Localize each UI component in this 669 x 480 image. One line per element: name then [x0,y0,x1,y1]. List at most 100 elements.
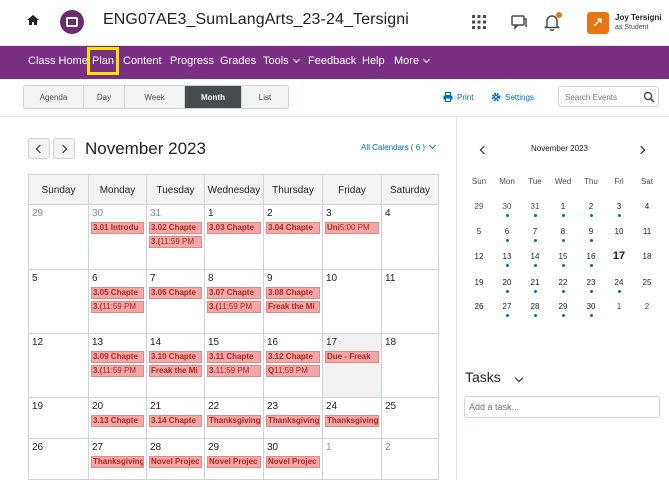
mini-day[interactable]: 2 [577,202,605,211]
mini-day[interactable]: 2 [633,302,661,311]
calendar-event[interactable]: Freak the Mi [266,301,320,313]
search-input[interactable] [565,90,640,104]
mini-day[interactable]: 27 [493,302,521,311]
next-month-button[interactable] [53,138,75,159]
nav-progress[interactable]: Progress [170,55,214,67]
day-cell[interactable]: 28 Novel Projec [147,439,205,479]
mini-next-month-icon[interactable] [636,145,646,155]
home-icon[interactable] [26,13,40,27]
calendar-event[interactable]: Uni5:00 PM [325,222,379,234]
calendar-event[interactable]: 3.02 Chapte [149,222,202,234]
calendar-event[interactable]: 3.(11:59 PM [91,301,144,313]
day-cell[interactable]: 31 3.02 Chapte 3.(11:59 PM [147,205,205,270]
calendar-event[interactable]: 3.10 Chapte [149,351,202,363]
mini-day[interactable]: 7 [521,227,549,236]
mini-day[interactable]: 12 [465,252,493,261]
calendar-event[interactable]: Due - Freak [325,351,379,363]
calendar-event[interactable]: Thanksgiving [325,415,379,427]
mini-day[interactable]: 8 [549,227,577,236]
mini-day[interactable]: 15 [549,252,577,261]
previous-month-button[interactable] [28,138,50,159]
nav-feedback[interactable]: Feedback [308,55,356,67]
nav-tools[interactable]: Tools [263,55,300,67]
message-icon[interactable] [510,13,528,31]
tab-month[interactable]: Month [185,86,242,108]
day-cell[interactable]: 19 [29,398,89,439]
apps-grid-icon[interactable] [470,13,488,31]
day-cell[interactable]: 9 3.08 Chapte Freak the Mi [264,270,323,334]
calendar-event[interactable]: Thanksgiving [91,456,144,468]
calendar-event[interactable]: Thanksgiving [266,415,320,427]
calendar-event[interactable]: 3.(11:59 PM [207,301,261,313]
day-cell[interactable]: 1 3.03 Chapte [205,205,264,270]
calendar-event[interactable]: 3.03 Chapte [207,222,261,234]
tab-agenda[interactable]: Agenda [24,86,84,108]
day-cell[interactable]: 17 Due - Freak [323,334,382,398]
mini-day[interactable]: 20 [493,278,521,287]
day-cell[interactable]: 20 3.13 Chapte [89,398,147,439]
mini-day[interactable]: 1 [549,202,577,211]
calendar-event[interactable]: 3.13 Chapte [91,415,144,427]
mini-day[interactable]: 23 [577,278,605,287]
calendar-event[interactable]: Novel Projec [149,456,202,468]
calendar-event[interactable]: 3.05 Chapte [91,287,144,299]
calendar-event[interactable]: 3.04 Chapte [266,222,320,234]
mini-day[interactable]: 19 [465,278,493,287]
calendar-event[interactable]: Thanksgiving [207,415,261,427]
day-cell[interactable]: 15 3.11 Chapte 3.11:59 PM [205,334,264,398]
calendar-event[interactable]: Freak the Mi [149,365,202,377]
day-cell[interactable]: 23 Thanksgiving [264,398,323,439]
calendar-event[interactable]: 3.(11:59 PM [149,236,202,248]
calendar-event[interactable]: 3.11 Chapte [207,351,261,363]
mini-day[interactable]: 6 [493,227,521,236]
day-cell[interactable]: 12 [29,334,89,398]
nav-content[interactable]: Content [123,55,162,67]
mini-day[interactable]: 11 [633,227,661,236]
tab-list[interactable]: List [242,86,288,108]
day-cell[interactable]: 22 Thanksgiving [205,398,264,439]
settings-button[interactable]: Settings [491,92,534,102]
mini-day[interactable]: 24 [605,278,633,287]
mini-day[interactable]: 17 [605,250,633,262]
nav-grades[interactable]: Grades [220,55,256,67]
mini-day[interactable]: 21 [521,278,549,287]
calendar-event[interactable]: Novel Projec [266,456,320,468]
day-cell[interactable]: 30 Novel Projec [264,439,323,479]
tasks-collapse-icon[interactable] [514,373,524,383]
day-cell[interactable]: 6 3.05 Chapte 3.(11:59 PM [89,270,147,334]
mini-day[interactable]: 28 [521,302,549,311]
calendar-event[interactable]: Q11:59 PM [266,365,320,377]
day-cell[interactable]: 29 [29,205,89,270]
day-cell[interactable]: 26 [29,439,89,479]
mini-day[interactable]: 1 [605,302,633,311]
calendar-event[interactable]: 3.06 Chapte [149,287,202,299]
mini-day[interactable]: 18 [633,252,661,261]
all-calendars-dropdown[interactable]: All Calendars ( 6 ) [361,141,437,152]
day-cell[interactable]: 27 Thanksgiving [89,439,147,479]
mini-day[interactable]: 14 [521,252,549,261]
mini-day[interactable]: 26 [465,302,493,311]
day-cell[interactable]: 1 [323,439,382,479]
mini-day[interactable]: 30 [577,302,605,311]
mini-day[interactable]: 13 [493,252,521,261]
nav-more[interactable]: More [394,55,431,67]
mini-prev-month-icon[interactable] [479,145,489,155]
day-cell[interactable]: 5 [29,270,89,334]
mini-day[interactable]: 31 [521,202,549,211]
day-cell[interactable]: 8 3.07 Chapte 3.(11:59 PM [205,270,264,334]
day-cell[interactable]: 16 3.12 Chapte Q11:59 PM [264,334,323,398]
mini-day[interactable]: 29 [465,202,493,211]
mini-day[interactable]: 10 [605,227,633,236]
calendar-event[interactable]: 3.08 Chapte [266,287,320,299]
tab-week[interactable]: Week [125,86,185,108]
calendar-event[interactable]: 3.07 Chapte [207,287,261,299]
day-cell[interactable]: 4 [382,205,438,270]
user-avatar[interactable] [587,12,609,34]
user-name[interactable]: Joy Tersigni [615,13,662,22]
day-cell[interactable]: 30 3.01 Introdu [89,205,147,270]
nav-class-home[interactable]: Class Home [28,55,88,67]
mini-day[interactable]: 3 [605,202,633,211]
course-title[interactable]: ENG07AE3_SumLangArts_23-24_Tersigni [103,11,409,29]
day-cell[interactable]: 13 3.09 Chapte 3.(11:59 PM [89,334,147,398]
calendar-event[interactable]: 3.11:59 PM [207,365,261,377]
